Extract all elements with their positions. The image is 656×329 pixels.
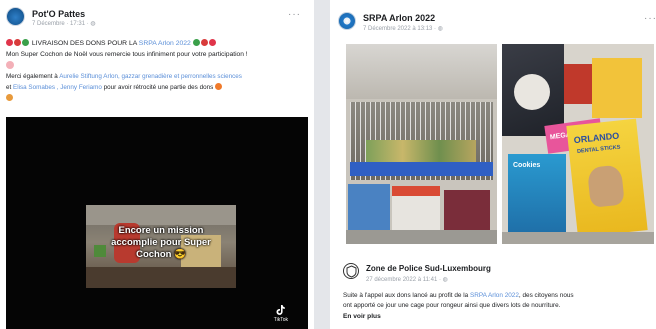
photo-cage[interactable] bbox=[346, 44, 497, 244]
dog-emoji-icon bbox=[6, 94, 13, 101]
photo-cage-tray bbox=[350, 162, 493, 176]
see-more-link[interactable]: En voir plus bbox=[343, 312, 381, 322]
video-player[interactable]: Encore un mission accomplie pour Super C… bbox=[6, 117, 308, 329]
photo-box-1 bbox=[348, 184, 390, 230]
gift-emoji-icon bbox=[14, 39, 21, 46]
post-meta: 7 Décembre 2022 à 13:13 · ◍ bbox=[363, 25, 443, 32]
heart-emoji-icon bbox=[208, 39, 216, 46]
thumb-shelf bbox=[86, 205, 236, 225]
page-avatar[interactable] bbox=[6, 7, 25, 26]
shared-text-prefix: Suite à l'appel aux dons lancé au profit… bbox=[343, 292, 470, 299]
photo-cookies-box: Cookies bbox=[508, 154, 566, 234]
post-line-1: LIVRAISON DES DONS POUR LA SRPA Arlon 20… bbox=[6, 39, 217, 49]
post-text-line3: Merci également à bbox=[6, 73, 60, 80]
pig-emoji-icon bbox=[6, 61, 14, 69]
shared-page-name[interactable]: Zone de Police Sud-Luxembourg bbox=[366, 264, 491, 273]
post-text-line4-prefix: et bbox=[6, 84, 14, 91]
photo-orlando-box: ORLANDO DENTAL STICKS bbox=[566, 118, 648, 238]
post-text-line2: Mon Super Cochon de Noël vous remercie t… bbox=[6, 51, 248, 58]
tiktok-label: TikTok bbox=[273, 317, 288, 323]
post-line-4: et Elisa Somabes , Jenny Feriamo pour av… bbox=[6, 83, 223, 93]
mention-link-1[interactable]: Aurelie Stiftung Arlon, gazzar grenadièr… bbox=[59, 73, 242, 80]
photo-box-2 bbox=[392, 186, 440, 230]
shared-text-suffix: , des citoyens nous bbox=[518, 292, 574, 299]
more-icon[interactable]: ··· bbox=[644, 13, 656, 24]
more-icon[interactable]: ··· bbox=[288, 9, 301, 20]
shared-timestamp[interactable]: 27 décembre 2022 à 11:41 · bbox=[366, 277, 443, 283]
tiktok-icon: TikTok bbox=[274, 305, 288, 323]
globe-icon: ◍ bbox=[442, 277, 448, 283]
dog-image bbox=[586, 164, 625, 208]
photo-yellow-bag bbox=[592, 58, 642, 118]
police-logo-icon[interactable] bbox=[343, 263, 359, 279]
post-meta: 7 Décembre · 17:31 · ◍ bbox=[32, 20, 96, 27]
photo-floor bbox=[502, 232, 654, 244]
post-line-2b bbox=[6, 61, 15, 72]
tree-emoji-icon bbox=[192, 39, 200, 46]
post-text-line1: LIVRAISON DES DONS POUR LA bbox=[31, 40, 139, 47]
thumb-floor bbox=[86, 267, 236, 288]
tree-emoji-icon bbox=[22, 39, 29, 46]
photo-floor bbox=[346, 230, 497, 244]
page-avatar[interactable] bbox=[338, 12, 356, 30]
photo-wall bbox=[346, 44, 497, 99]
photo-products[interactable]: MEGA PACK Cookies ORLANDO DENTAL STICKS bbox=[502, 44, 654, 244]
shared-text-line1: Suite à l'appel aux dons lancé au profit… bbox=[343, 291, 574, 301]
video-thumbnail: Encore un mission accomplie pour Super C… bbox=[86, 205, 236, 288]
video-caption: Encore un mission accomplie pour Super C… bbox=[111, 225, 211, 260]
post-timestamp[interactable]: 7 Décembre 2022 à 13:13 · bbox=[363, 26, 438, 32]
mention-link-2[interactable]: Elisa Somabes , Jenny Feriamo bbox=[13, 84, 102, 91]
shared-text-line2: ont apporté ce jour une cage pour rongeu… bbox=[343, 302, 561, 309]
post-text-line4-suffix: pour avoir rétrocité une partie des dons bbox=[101, 84, 214, 91]
srpa-link[interactable]: SRPA Arlon 2022 bbox=[139, 40, 191, 47]
post-card-potopattes: Pot'O Pattes 7 Décembre · 17:31 · ◍ ··· … bbox=[0, 0, 314, 329]
shared-meta: 27 décembre 2022 à 11:41 · ◍ bbox=[366, 276, 448, 283]
page-name[interactable]: Pot'O Pattes bbox=[32, 9, 85, 19]
photo-box-3 bbox=[444, 190, 490, 230]
globe-icon: ◍ bbox=[90, 21, 96, 27]
photo-hay bbox=[366, 140, 476, 162]
post-card-srpa: SRPA Arlon 2022 7 Décembre 2022 à 13:13 … bbox=[330, 0, 656, 329]
srpa-link[interactable]: SRPA Arlon 2022 bbox=[470, 292, 519, 299]
heart-emoji-icon bbox=[214, 83, 222, 90]
photo-cat-face bbox=[514, 74, 550, 110]
heart-emoji-icon bbox=[6, 39, 13, 46]
globe-icon: ◍ bbox=[437, 26, 443, 32]
page-name[interactable]: SRPA Arlon 2022 bbox=[363, 13, 435, 23]
post-line-5 bbox=[6, 94, 14, 104]
gift-emoji-icon bbox=[200, 39, 208, 46]
photo-red-bag bbox=[564, 64, 594, 104]
cookies-label: Cookies bbox=[513, 162, 541, 169]
post-line-3: Merci également à Aurelie Stiftung Arlon… bbox=[6, 72, 242, 82]
post-timestamp[interactable]: 7 Décembre · 17:31 · bbox=[32, 21, 90, 27]
